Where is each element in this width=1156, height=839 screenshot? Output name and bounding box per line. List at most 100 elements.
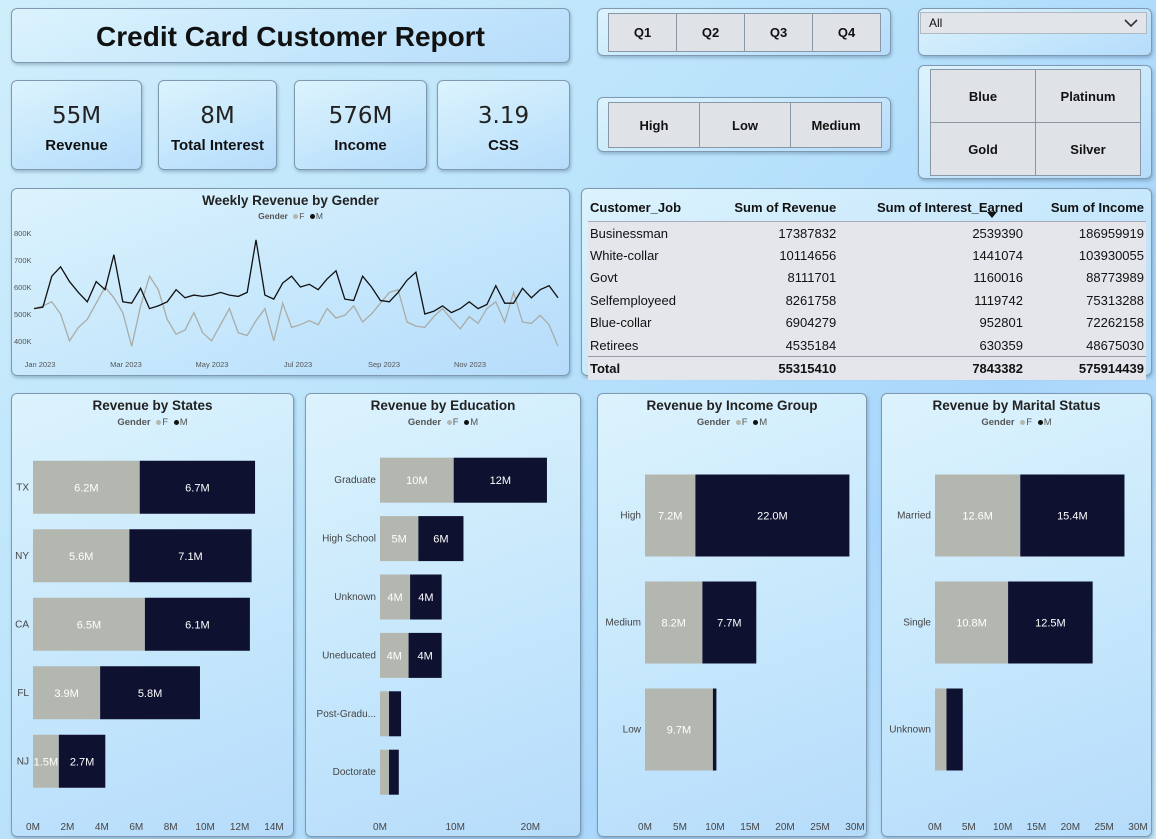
data-label-female: 1.5M — [34, 756, 58, 768]
x-tick-label: 10M — [445, 822, 464, 833]
category-label: CA — [15, 619, 29, 630]
bar-female — [380, 749, 390, 795]
table-cell: 103930055 — [1078, 248, 1144, 264]
x-tick-label: Nov 2023 — [454, 360, 486, 369]
data-label-female: 10M — [406, 475, 427, 487]
column-header[interactable]: Sum of Income — [1024, 193, 1146, 222]
income-button-low[interactable]: Low — [699, 102, 791, 148]
category-label: High School — [322, 534, 376, 545]
card-button-silver[interactable]: Silver — [1035, 122, 1141, 176]
customer-job-table: Customer_Job Sum of Revenue Sum of Inter… — [588, 193, 1146, 380]
states-bar-plot: 0M 2M 4M 6M 8M 10M 12M 14M TX 6.2M 6.7M NY 5.6M 7.1M C… — [15, 460, 284, 833]
marital-status-bar-plot: 0M 5M 10M 15M 20M 25M 30M Married 12.6M 15.4M Sing… — [889, 474, 1148, 833]
x-tick-label: 10M — [993, 822, 1012, 833]
data-label-female: 5M — [392, 534, 407, 546]
income-slicer: High Low Medium — [597, 97, 891, 152]
kpi-card-interest: 8M Total Interest — [158, 80, 277, 170]
x-tick-label: 4M — [95, 822, 109, 833]
category-label: NY — [15, 551, 29, 562]
table-cell: Govt — [590, 270, 618, 286]
table-cell: 6904279 — [785, 315, 837, 331]
y-tick-label: 600K — [14, 283, 32, 292]
data-label-male: 12M — [490, 475, 511, 487]
data-label-male: 15.4M — [1057, 511, 1088, 523]
y-tick-label: 400K — [14, 337, 32, 346]
quarter-button-q4[interactable]: Q4 — [812, 13, 881, 52]
data-label-female: 4M — [387, 592, 402, 604]
x-tick-label: 30M — [845, 822, 864, 833]
x-tick-label: 20M — [1061, 822, 1080, 833]
bar-male — [946, 688, 963, 771]
x-tick-label: May 2023 — [196, 360, 229, 369]
table-cell: 8111701 — [787, 270, 837, 286]
table-cell: 952801 — [979, 315, 1023, 331]
table-row: Selfemployeed 8261758 1119742 75313288 — [588, 289, 1146, 312]
income-button-high[interactable]: High — [608, 102, 700, 148]
table-cell: 88773989 — [1086, 270, 1144, 286]
category-label: Medium — [605, 618, 641, 629]
y-tick-label: 800K — [14, 229, 32, 238]
x-tick-label: 8M — [164, 822, 178, 833]
x-tick-label: 6M — [129, 822, 143, 833]
category-label: Doctorate — [333, 767, 377, 778]
bar-male — [712, 688, 717, 771]
x-tick-label: Jan 2023 — [25, 360, 56, 369]
bar-male — [389, 749, 399, 795]
table-cell: 75313288 — [1086, 292, 1144, 308]
data-label-female: 3.9M — [54, 688, 78, 700]
x-tick-label: 5M — [962, 822, 976, 833]
quarter-button-q3[interactable]: Q3 — [744, 13, 813, 52]
income-button-medium[interactable]: Medium — [790, 102, 882, 148]
x-tick-label: 0M — [928, 822, 942, 833]
kpi-card-css: 3.19 CSS — [437, 80, 570, 170]
category-label: NJ — [17, 756, 29, 767]
card-button-platinum[interactable]: Platinum — [1035, 69, 1141, 123]
x-tick-label: 30M — [1128, 822, 1147, 833]
table-cell: 72262158 — [1086, 315, 1144, 331]
sort-descending-icon[interactable] — [987, 212, 997, 219]
data-label-male: 6M — [433, 534, 448, 546]
bar-female — [935, 688, 947, 771]
category-dropdown[interactable]: All — [920, 12, 1147, 34]
card-button-gold[interactable]: Gold — [930, 122, 1036, 176]
revenue-by-income-group-chart: Revenue by Income Group Gender F M 0M 5M 1… — [597, 393, 867, 837]
x-tick-label: 15M — [1027, 822, 1046, 833]
column-header[interactable]: Customer_Job — [588, 193, 707, 222]
x-tick-label: Jul 2023 — [284, 360, 312, 369]
x-tick-label: 10M — [195, 822, 214, 833]
table-total-row: Total 55315410 7843382 575914439 — [588, 356, 1146, 380]
data-label-male: 6.1M — [185, 619, 209, 631]
kpi-label: Revenue — [45, 137, 108, 154]
quarter-button-q2[interactable]: Q2 — [676, 13, 745, 52]
data-label-female: 6.5M — [77, 619, 101, 631]
x-tick-label: 0M — [26, 822, 40, 833]
table-row: Blue-collar 6904279 952801 72262158 — [588, 311, 1146, 334]
x-tick-label: 0M — [638, 822, 652, 833]
category-label: FL — [17, 688, 29, 699]
category-label: Graduate — [334, 475, 376, 486]
dropdown-selected-value: All — [929, 16, 943, 30]
data-label-female: 9.7M — [667, 725, 691, 737]
table-cell: 1441074 — [972, 248, 1023, 264]
x-tick-label: 20M — [521, 822, 540, 833]
table-cell: 4535184 — [785, 337, 837, 353]
column-header[interactable]: Sum of Revenue — [706, 193, 839, 222]
series-line-m — [33, 239, 559, 315]
income-group-bar-plot: 0M 5M 10M 15M 20M 25M 30M High 7.2M 22.0M Medium 8.… — [605, 474, 865, 833]
table-cell: 10114656 — [779, 248, 837, 264]
revenue-by-marital-status-chart: Revenue by Marital Status Gender F M 0M 5… — [881, 393, 1152, 837]
table-cell: 2539390 — [972, 225, 1023, 241]
table-cell: 17387832 — [778, 225, 837, 241]
table-cell: Businessman — [590, 225, 669, 241]
card-button-blue[interactable]: Blue — [930, 69, 1036, 123]
category-label: Unknown — [334, 592, 376, 603]
quarter-button-q1[interactable]: Q1 — [608, 13, 677, 52]
table-cell: Blue-collar — [590, 315, 652, 331]
x-tick-label: 2M — [60, 822, 74, 833]
data-label-female: 7.2M — [658, 511, 682, 523]
series-line-f — [33, 274, 559, 347]
data-label-female: 6.2M — [74, 482, 98, 494]
x-tick-label: Sep 2023 — [368, 360, 400, 369]
x-tick-label: 14M — [264, 822, 283, 833]
category-label: TX — [16, 482, 29, 493]
